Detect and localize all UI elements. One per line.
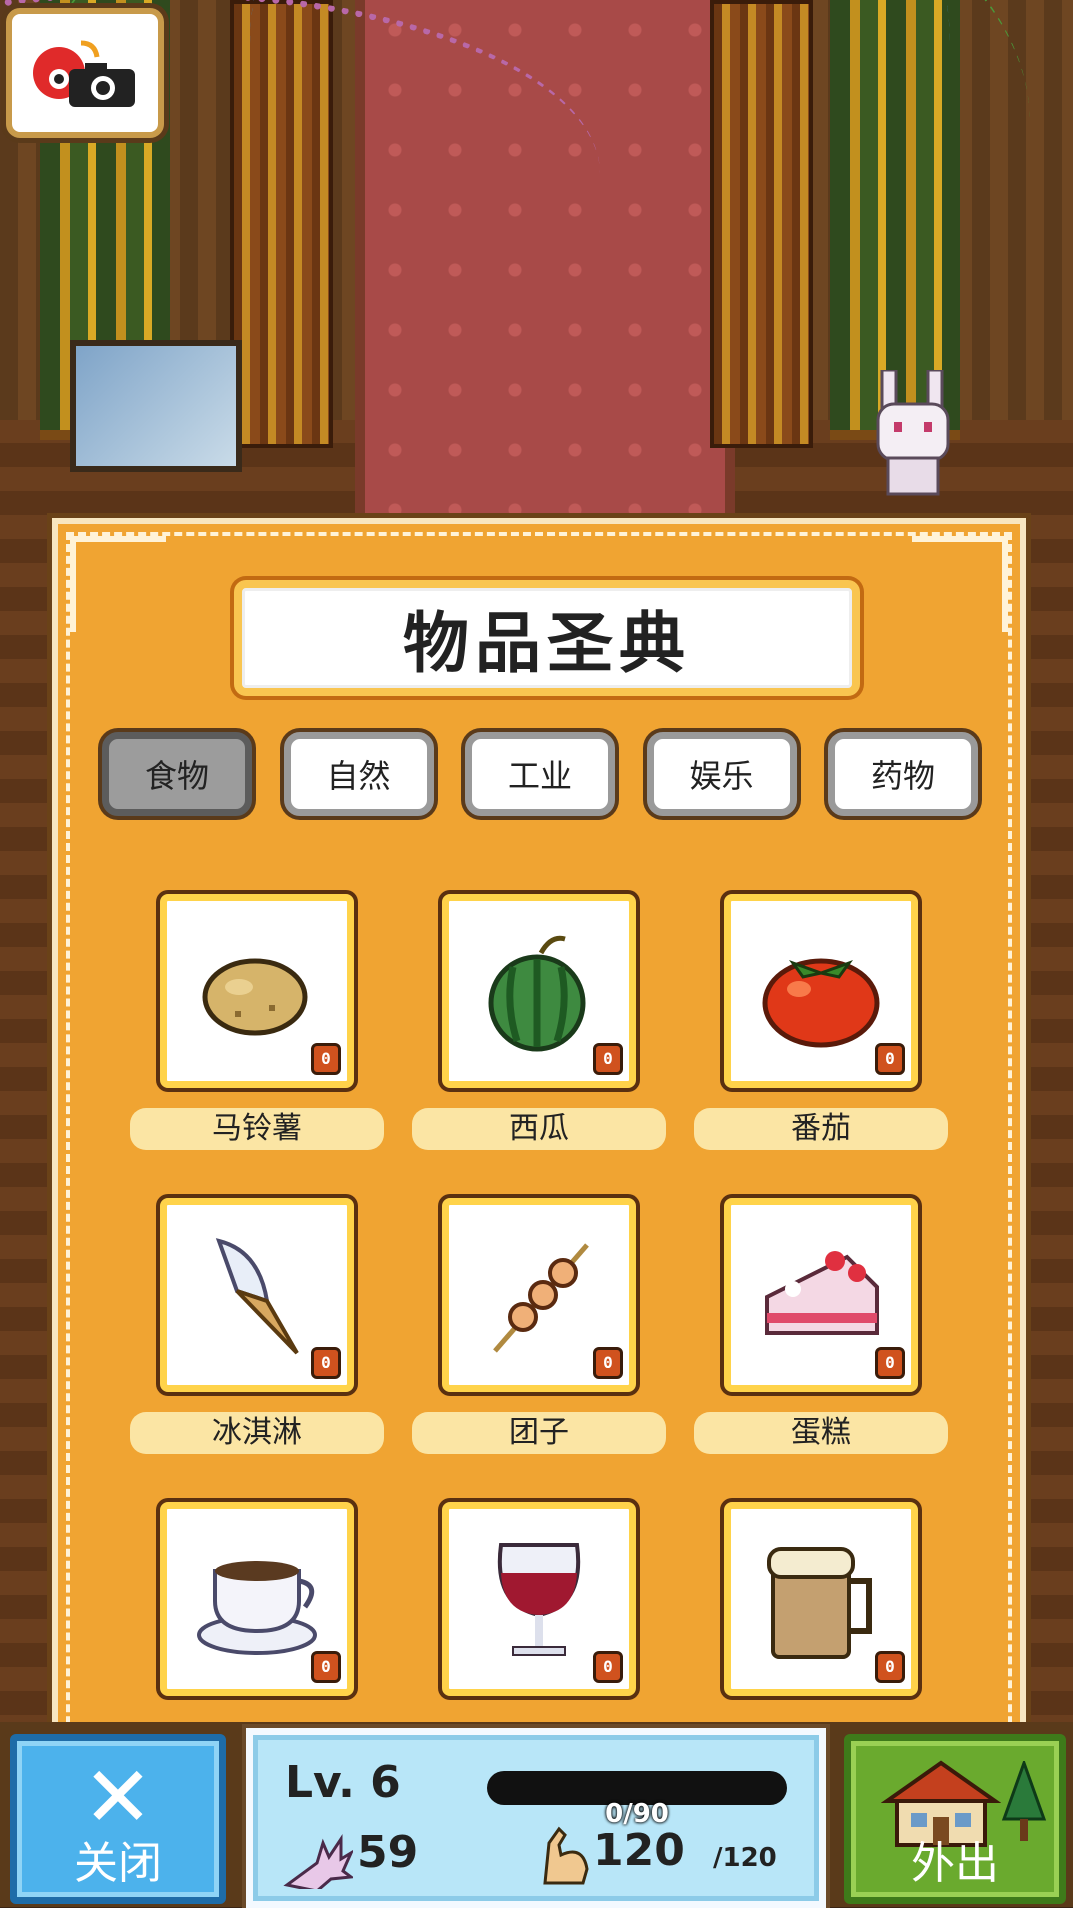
potato-icon <box>202 958 308 1036</box>
item-potato[interactable]: 0 马铃薯 <box>130 894 384 1156</box>
item-card[interactable]: 0 <box>442 1502 636 1696</box>
item-name: 西瓜 <box>412 1108 666 1150</box>
item-card[interactable]: 0 <box>160 1198 354 1392</box>
item-name: 冰淇淋 <box>130 1412 384 1454</box>
tab-medicine[interactable]: 药物 <box>828 732 978 816</box>
ice-cream-icon <box>215 1238 299 1355</box>
strength-value: 120 <box>593 1825 685 1876</box>
close-label: 关闭 <box>74 1838 162 1889</box>
item-count: 0 <box>311 1043 341 1075</box>
item-coffee[interactable]: 0 <box>130 1502 384 1744</box>
tomato-icon <box>762 958 880 1048</box>
item-tomato[interactable]: 0 番茄 <box>694 894 948 1156</box>
item-card[interactable]: 0 <box>160 1502 354 1696</box>
item-beer[interactable]: 0 <box>694 1502 948 1744</box>
item-wine[interactable]: 0 <box>412 1502 666 1744</box>
go-out-button[interactable]: 外出 <box>844 1734 1066 1904</box>
item-card[interactable]: 0 <box>724 1502 918 1696</box>
item-encyclopedia-panel: 物品圣典 食物 自然 工业 娱乐 药物 0 马铃薯 0 西瓜 0 番茄 0 冰淇… <box>52 518 1026 1750</box>
item-count: 0 <box>311 1651 341 1683</box>
strength-max: /120 <box>713 1843 777 1873</box>
item-count: 0 <box>875 1347 905 1379</box>
item-count: 0 <box>593 1347 623 1379</box>
level-label: Lv. 6 <box>285 1757 401 1808</box>
item-card[interactable]: 0 <box>724 894 918 1088</box>
bottom-bar: ✕ 关闭 Lv. 6 0/90 59 120 /120 外出 <box>0 1722 1073 1908</box>
item-count: 0 <box>875 1651 905 1683</box>
title-banner: 物品圣典 <box>234 580 860 696</box>
camera-icon <box>33 40 135 107</box>
watermelon-icon <box>488 935 586 1052</box>
strength-arm-icon <box>543 1826 589 1885</box>
item-watermelon[interactable]: 0 西瓜 <box>412 894 666 1156</box>
item-count: 0 <box>875 1043 905 1075</box>
item-card[interactable]: 0 <box>442 1198 636 1392</box>
item-card[interactable]: 0 <box>442 894 636 1088</box>
item-card[interactable]: 0 <box>160 894 354 1088</box>
item-name: 团子 <box>412 1412 666 1454</box>
hand-icon <box>283 1834 353 1889</box>
item-name: 蛋糕 <box>694 1412 948 1454</box>
hand-value: 59 <box>357 1827 419 1878</box>
item-card[interactable]: 0 <box>724 1198 918 1392</box>
coffee-cup-icon <box>197 1561 317 1655</box>
tab-industry[interactable]: 工业 <box>465 732 615 816</box>
corner-ornament-right <box>912 536 1008 632</box>
item-ice-cream[interactable]: 0 冰淇淋 <box>130 1198 384 1460</box>
page-title: 物品圣典 <box>403 605 691 682</box>
item-name: 马铃薯 <box>130 1108 384 1150</box>
tab-entertainment[interactable]: 娱乐 <box>646 732 797 816</box>
item-dango[interactable]: 0 团子 <box>412 1198 666 1460</box>
wine-glass-icon <box>497 1543 581 1656</box>
item-count: 0 <box>593 1651 623 1683</box>
screenshot-share-button[interactable] <box>6 8 164 138</box>
corner-ornament-left <box>70 536 166 632</box>
item-count: 0 <box>311 1347 341 1379</box>
cake-icon <box>765 1251 879 1335</box>
rabbit-creature-icon <box>876 370 950 496</box>
close-button[interactable]: ✕ 关闭 <box>10 1734 226 1904</box>
item-cake[interactable]: 0 蛋糕 <box>694 1198 948 1460</box>
dango-icon <box>493 1243 589 1353</box>
tab-food[interactable]: 食物 <box>102 732 252 816</box>
go-out-label: 外出 <box>911 1838 999 1889</box>
category-tabs: 食物 自然 工业 娱乐 药物 <box>102 732 978 816</box>
tab-nature[interactable]: 自然 <box>283 732 434 816</box>
player-status-panel: Lv. 6 0/90 59 120 /120 <box>246 1728 826 1908</box>
beer-mug-icon <box>767 1547 872 1659</box>
item-count: 0 <box>593 1043 623 1075</box>
item-name: 番茄 <box>694 1108 948 1150</box>
